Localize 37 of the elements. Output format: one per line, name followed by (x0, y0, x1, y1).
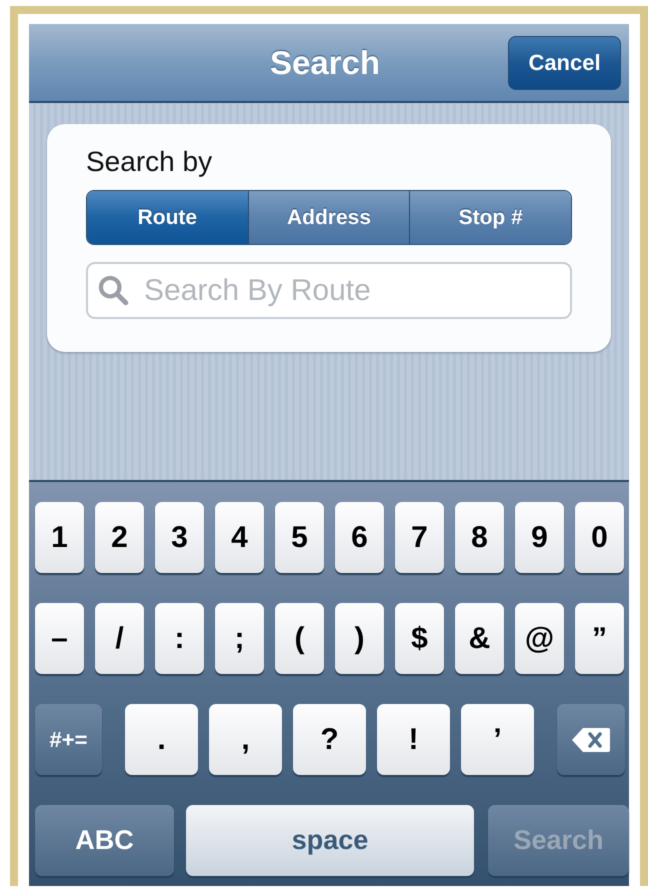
keyboard-key[interactable]: 3 (155, 502, 204, 573)
keyboard-key[interactable]: 4 (215, 502, 264, 573)
keyboard-key[interactable]: 9 (515, 502, 564, 573)
delete-key[interactable] (557, 704, 625, 775)
search-field[interactable]: Search By Route (86, 262, 572, 319)
space-key[interactable]: space (186, 805, 474, 876)
keyboard-key[interactable]: 5 (275, 502, 324, 573)
keyboard-key[interactable]: 2 (95, 502, 144, 573)
keyboard-key[interactable]: ) (335, 603, 384, 674)
keyboard-key[interactable]: ’ (461, 704, 534, 775)
keyboard-key[interactable]: 1 (35, 502, 84, 573)
keyboard-key[interactable]: 6 (335, 502, 384, 573)
keyboard-key[interactable]: ( (275, 603, 324, 674)
cancel-button[interactable]: Cancel (508, 36, 622, 90)
keyboard-key[interactable]: 8 (455, 502, 504, 573)
keyboard-key[interactable]: : (155, 603, 204, 674)
keyboard-key[interactable]: / (95, 603, 144, 674)
keyboard-key[interactable]: ” (575, 603, 624, 674)
keyboard-key[interactable]: ; (215, 603, 264, 674)
keyboard-key[interactable]: & (455, 603, 504, 674)
screen-title: Search (270, 44, 380, 82)
keyboard-key[interactable]: – (35, 603, 84, 674)
mode-key[interactable]: ABC (35, 805, 174, 876)
keyboard-key[interactable]: 7 (395, 502, 444, 573)
segment-tab[interactable]: Route (87, 191, 248, 244)
segment-tab[interactable]: Stop # (409, 191, 571, 244)
keyboard-key[interactable]: @ (515, 603, 564, 674)
keyboard-key[interactable]: ! (377, 704, 450, 775)
keyboard-key[interactable]: ? (293, 704, 366, 775)
keyboard-key[interactable]: $ (395, 603, 444, 674)
keyboard-key[interactable]: . (125, 704, 198, 775)
keyboard-key[interactable]: 0 (575, 502, 624, 573)
search-by-label: Search by (86, 146, 214, 178)
keyboard-key[interactable]: , (209, 704, 282, 775)
mode-key[interactable]: #+= (35, 704, 102, 775)
backspace-icon (571, 726, 611, 752)
segment-tab[interactable]: Address (248, 191, 410, 244)
